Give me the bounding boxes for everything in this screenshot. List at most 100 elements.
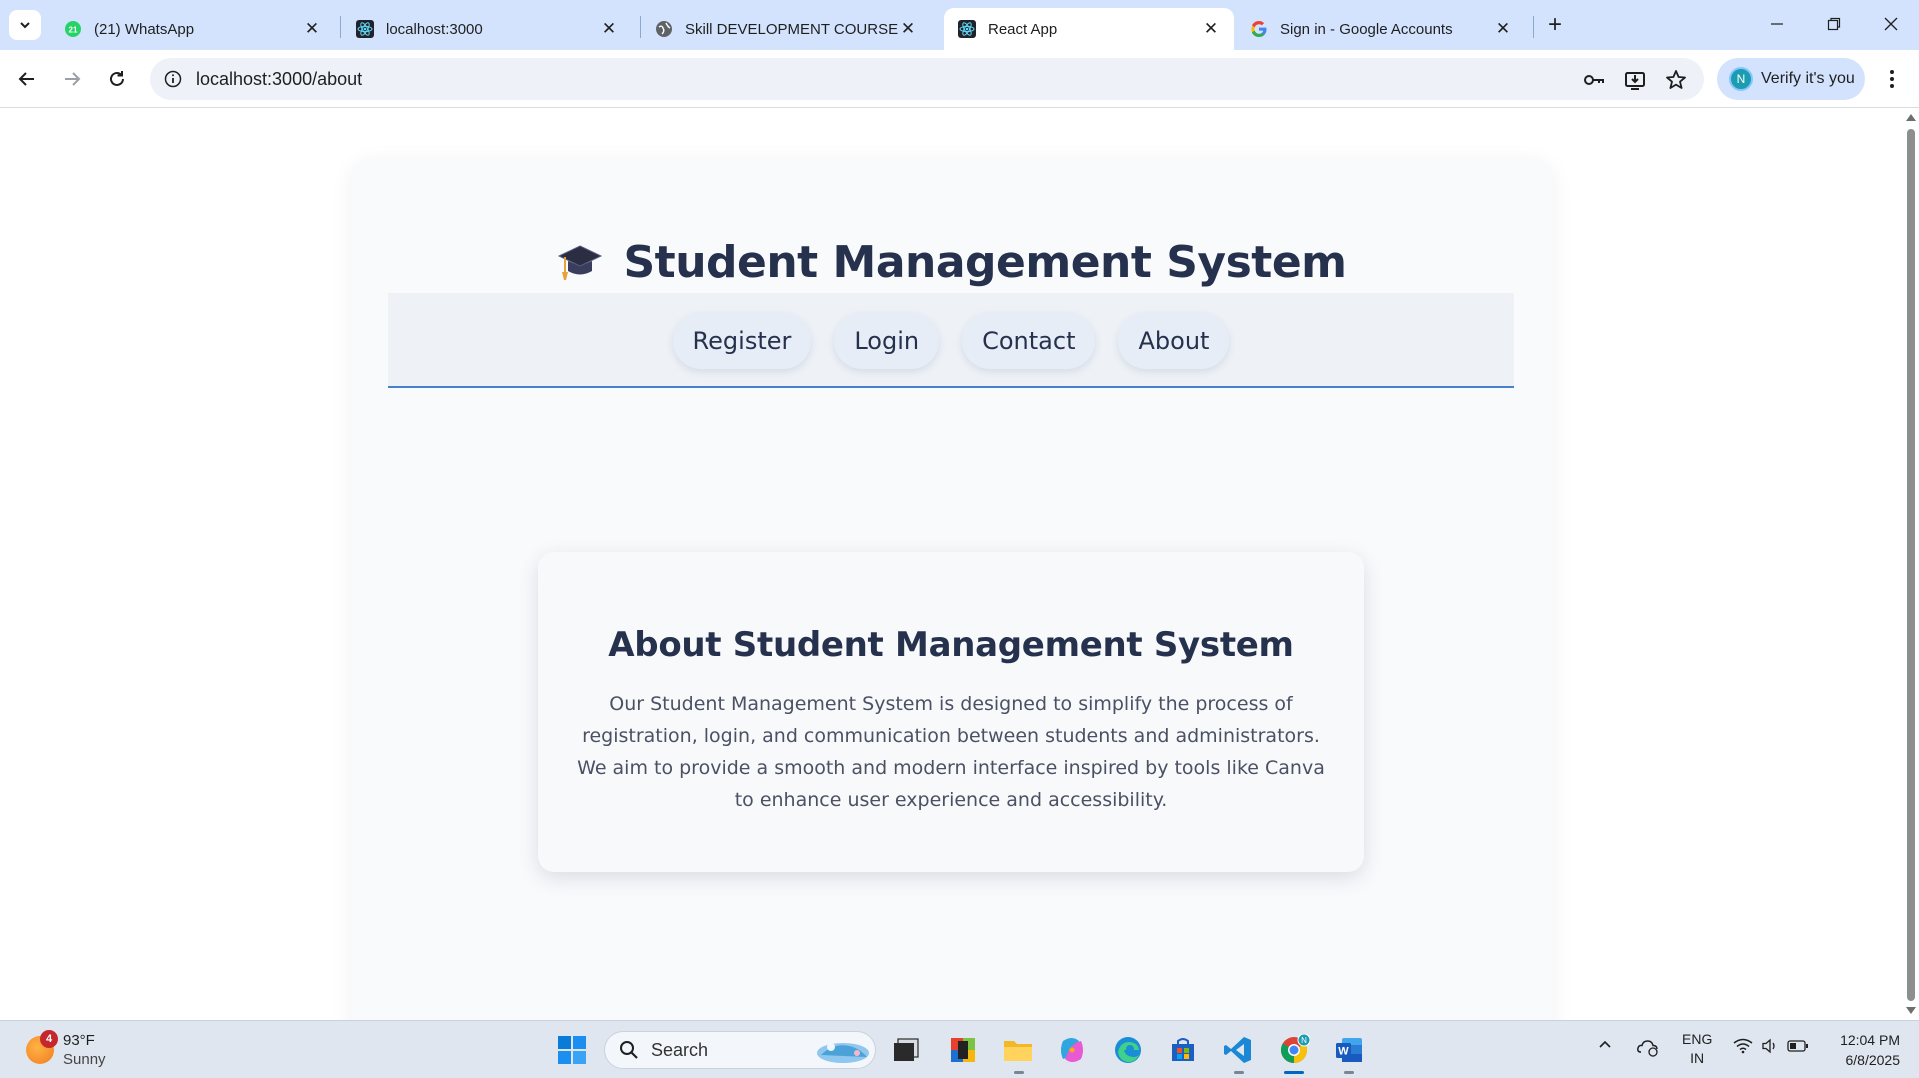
language-text: ENG	[1682, 1031, 1713, 1047]
task-view-button[interactable]	[886, 1030, 926, 1070]
chrome-icon: N	[1280, 1034, 1310, 1064]
react-icon	[958, 20, 976, 38]
whatsapp-icon: 21	[64, 20, 82, 38]
scrollbar-thumb[interactable]	[1907, 129, 1915, 1001]
new-tab-button[interactable]: +	[1542, 11, 1568, 38]
search-highlight-icon	[817, 1043, 869, 1063]
reload-button[interactable]	[101, 63, 133, 95]
sun-icon: 4	[26, 1030, 58, 1064]
back-button[interactable]	[11, 63, 43, 95]
react-icon	[356, 20, 374, 38]
start-button[interactable]	[552, 1030, 592, 1070]
word-icon: W	[1336, 1038, 1362, 1062]
clock-time: 12:04 PM	[1840, 1032, 1900, 1048]
bookmark-star-icon[interactable]	[1663, 67, 1689, 93]
avatar: N	[1729, 67, 1753, 91]
nav-contact[interactable]: Contact	[962, 313, 1096, 369]
close-icon[interactable]: ✕	[1202, 19, 1220, 38]
cloud-sync-icon	[1637, 1040, 1658, 1057]
close-icon[interactable]: ✕	[899, 19, 917, 38]
chrome-button[interactable]: N	[1274, 1030, 1314, 1070]
info-icon[interactable]	[162, 68, 184, 90]
graduation-cap-icon	[557, 242, 603, 284]
verify-label: Verify it's you	[1761, 70, 1855, 87]
battery-icon	[1787, 1040, 1808, 1052]
globe-icon	[655, 20, 673, 38]
about-description: Our Student Management System is designe…	[577, 693, 1325, 811]
close-icon	[1884, 17, 1898, 31]
svg-text:N: N	[1301, 1036, 1307, 1045]
google-icon	[1250, 20, 1268, 38]
tab-google-sign-in[interactable]: Sign in - Google Accounts ✕	[1236, 8, 1526, 50]
tab-search-button[interactable]	[9, 10, 41, 40]
tab-strip: 21 (21) WhatsApp ✕ localhost:3000 ✕ Skil…	[0, 0, 1919, 50]
install-app-icon[interactable]	[1622, 67, 1648, 93]
scroll-up-icon[interactable]	[1906, 114, 1916, 121]
tab-react-app[interactable]: React App ✕	[944, 8, 1234, 50]
clock-date: 6/8/2025	[1845, 1052, 1901, 1068]
tab-title: Skill DEVELOPMENT COURSE	[685, 20, 899, 38]
address-bar[interactable]: localhost:3000/about	[150, 58, 1704, 100]
colorful-app-icon	[951, 1038, 975, 1062]
tab-title: localhost:3000	[386, 20, 483, 38]
show-hidden-icons[interactable]	[1598, 1039, 1612, 1049]
page-scrollbar[interactable]	[1903, 109, 1919, 1020]
system-clock[interactable]: 12:04 PM 6/8/2025	[1820, 1030, 1900, 1070]
tab-localhost[interactable]: localhost:3000 ✕	[342, 8, 632, 50]
file-explorer-button[interactable]	[998, 1030, 1038, 1070]
search-icon	[620, 1041, 638, 1059]
copilot-icon	[1061, 1038, 1083, 1062]
nav-about[interactable]: About	[1118, 313, 1230, 369]
edge-button[interactable]	[1108, 1030, 1148, 1070]
about-heading: About Student Management System	[608, 625, 1294, 665]
folder-icon	[1004, 1041, 1032, 1061]
svg-text:21: 21	[69, 26, 78, 35]
edge-icon	[1115, 1037, 1141, 1063]
scroll-down-icon[interactable]	[1906, 1007, 1916, 1014]
tab-separator	[340, 16, 341, 38]
app-container: Student Management System Register Login…	[351, 159, 1553, 1020]
microsoft-store-button[interactable]	[1163, 1030, 1203, 1070]
close-icon[interactable]: ✕	[1494, 19, 1512, 38]
close-icon[interactable]: ✕	[600, 19, 618, 38]
region-text: IN	[1690, 1050, 1705, 1066]
active-indicator	[1284, 1071, 1304, 1074]
close-icon[interactable]: ✕	[303, 19, 321, 38]
close-window-button[interactable]	[1871, 8, 1911, 40]
language-indicator[interactable]: ENG IN	[1682, 1030, 1712, 1068]
restore-button[interactable]	[1814, 8, 1854, 40]
key-icon[interactable]	[1581, 67, 1607, 93]
tab-separator	[1533, 16, 1534, 38]
copilot-button[interactable]	[1052, 1030, 1092, 1070]
search-label: Search	[651, 1039, 709, 1060]
page-viewport: Student Management System Register Login…	[0, 109, 1903, 1020]
running-indicator	[1234, 1071, 1244, 1074]
tab-whatsapp[interactable]: 21 (21) WhatsApp ✕	[50, 8, 335, 50]
minimize-button[interactable]	[1757, 8, 1797, 40]
chevron-down-icon	[20, 22, 30, 29]
quick-settings[interactable]	[1733, 1038, 1809, 1054]
windows-logo-icon	[558, 1036, 586, 1064]
tab-skill-development[interactable]: Skill DEVELOPMENT COURSE ✕	[641, 8, 931, 50]
windows-taskbar: 4 93°F Sunny Search N W ENG IN 12:04 PM …	[0, 1020, 1919, 1078]
arrow-right-icon	[65, 72, 81, 86]
vscode-button[interactable]	[1218, 1030, 1258, 1070]
taskbar-search[interactable]: Search	[604, 1031, 876, 1069]
vscode-icon	[1224, 1037, 1251, 1063]
onedrive-tray[interactable]	[1636, 1037, 1660, 1057]
widgets-app-button[interactable]	[943, 1030, 983, 1070]
wifi-icon	[1733, 1038, 1753, 1054]
browser-menu-button[interactable]	[1876, 63, 1908, 95]
word-button[interactable]: W	[1329, 1030, 1369, 1070]
tab-title: React App	[988, 20, 1058, 38]
weather-widget[interactable]: 4 93°F Sunny	[26, 1030, 106, 1069]
profile-verify-button[interactable]: N Verify it's you	[1717, 58, 1865, 100]
forward-button[interactable]	[56, 63, 88, 95]
nav-login[interactable]: Login	[834, 313, 940, 369]
nav-register[interactable]: Register	[672, 313, 812, 369]
tab-title: (21) WhatsApp	[94, 20, 195, 38]
browser-toolbar: localhost:3000/about N Verify it's you	[0, 50, 1919, 108]
restore-icon	[1827, 17, 1841, 31]
svg-text:W: W	[1338, 1046, 1349, 1058]
weather-temperature: 93°F	[63, 1032, 95, 1049]
